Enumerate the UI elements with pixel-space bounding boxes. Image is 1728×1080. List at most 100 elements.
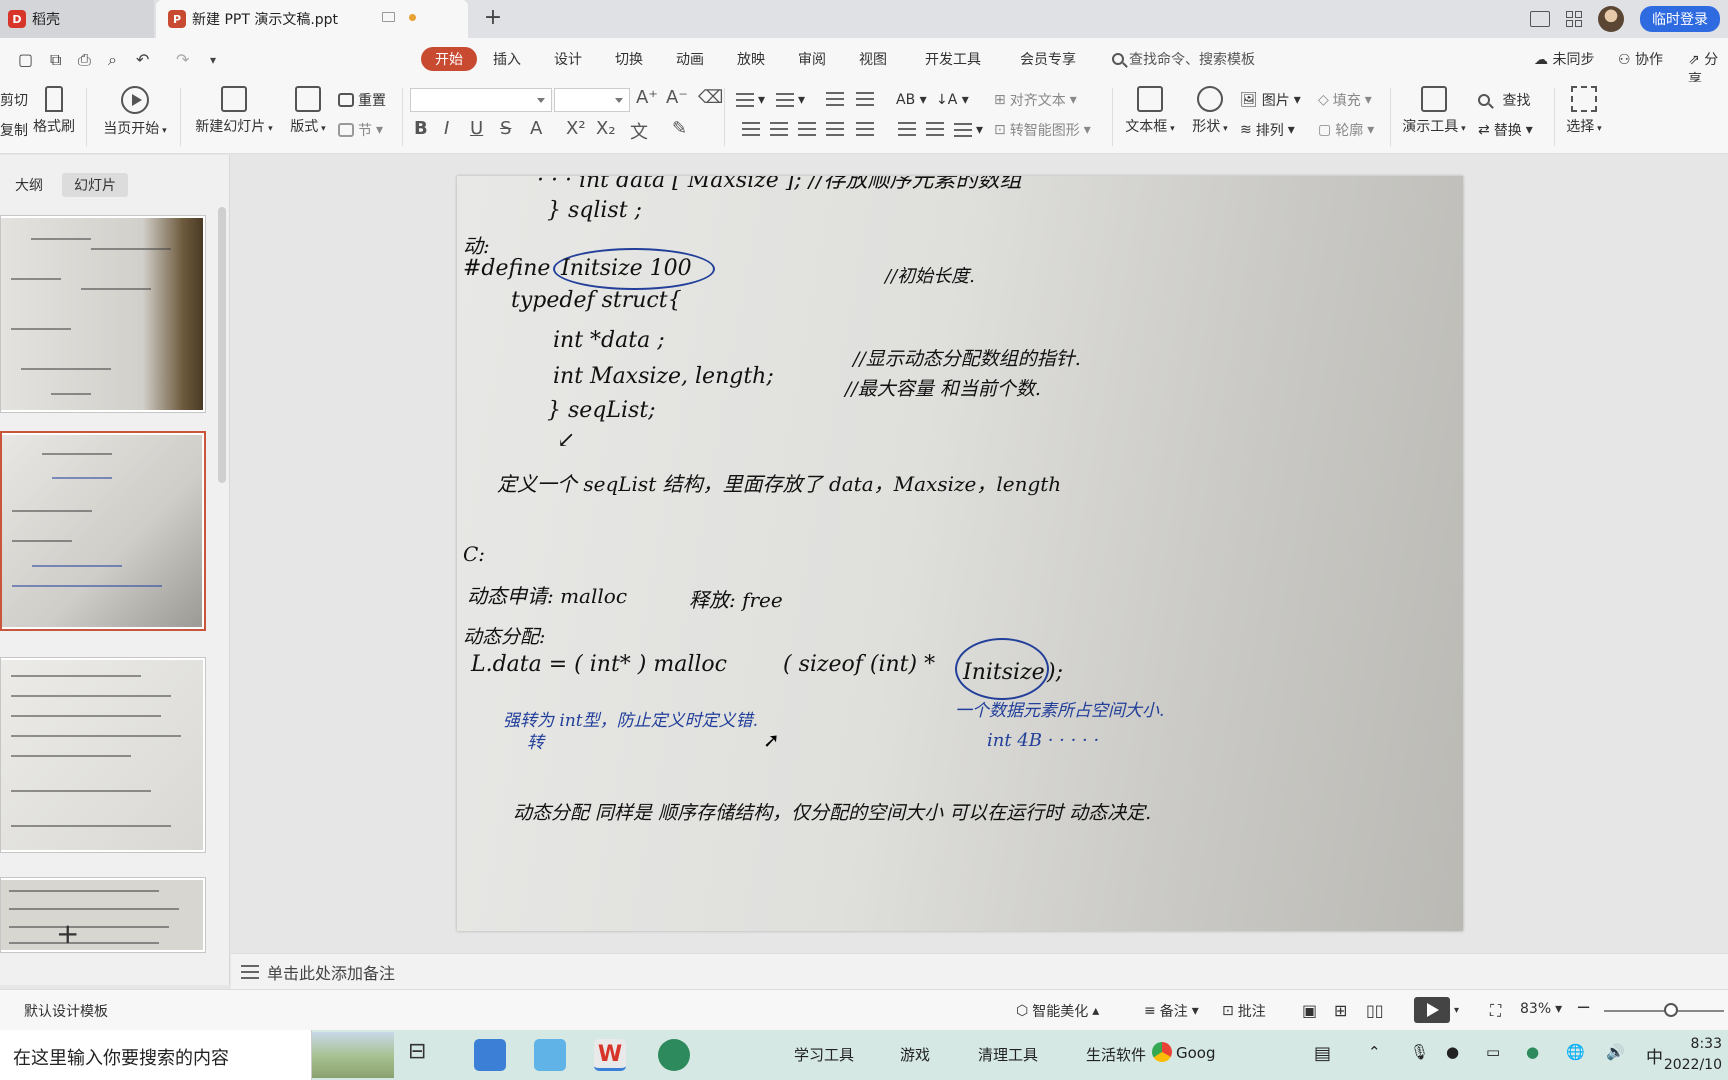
justify-icon[interactable]: [826, 122, 844, 136]
taskbar-group-life[interactable]: 生活软件: [1086, 1044, 1146, 1065]
phonetic-icon[interactable]: 文: [630, 118, 648, 144]
superscript-icon[interactable]: X²: [566, 118, 586, 139]
section-button[interactable]: 节 ▾: [338, 120, 383, 140]
notes-placeholder[interactable]: 单击此处添加备注: [267, 960, 395, 984]
sorter-view-icon[interactable]: ⊞: [1334, 1001, 1347, 1020]
wps-app-icon[interactable]: W: [594, 1039, 626, 1071]
current-slide[interactable]: · · · int data [ Maxsize ]; //存放顺序元素的数组 …: [457, 176, 1463, 931]
zoom-level[interactable]: 83% ▾: [1520, 1001, 1562, 1017]
indent-icon[interactable]: [856, 92, 874, 106]
fill-button[interactable]: ◇ 填充 ▾: [1318, 90, 1372, 110]
present-tools-button[interactable]: 演示工具 ▾: [1398, 86, 1470, 136]
menu-insert[interactable]: 插入: [493, 49, 521, 69]
print-preview-icon[interactable]: ⌕: [108, 50, 117, 70]
qq-tray-icon[interactable]: ●: [1446, 1043, 1459, 1061]
chrome-icon[interactable]: [1152, 1042, 1172, 1062]
new-tab-plus-icon[interactable]: +: [480, 6, 506, 32]
arrange-button[interactable]: ≋ 排列 ▾: [1240, 120, 1295, 140]
select-button[interactable]: 选择 ▾: [1562, 86, 1606, 136]
clear-format-icon[interactable]: ⌫: [698, 87, 723, 108]
taskbar-group-study[interactable]: 学习工具: [794, 1044, 854, 1065]
ime-indicator[interactable]: 中: [1646, 1043, 1663, 1068]
layout-button[interactable]: 版式 ▾: [286, 86, 330, 136]
customize-chevron-icon[interactable]: ▾: [210, 53, 216, 73]
distribute-icon[interactable]: [856, 122, 874, 136]
thumbnail-scrollbar[interactable]: [218, 207, 226, 483]
menu-member[interactable]: 会员专享: [1020, 49, 1076, 69]
italic-icon[interactable]: I: [444, 118, 449, 139]
zoom-slider-knob[interactable]: [1664, 1003, 1678, 1017]
menu-transition[interactable]: 切换: [615, 49, 643, 69]
bullet-list-icon[interactable]: ▾: [736, 92, 765, 108]
tab-slides[interactable]: 幻灯片: [62, 173, 128, 197]
sort-icon[interactable]: ↓A ▾: [936, 92, 969, 108]
reading-view-icon[interactable]: ▯▯: [1366, 1001, 1384, 1020]
play-from-current-button[interactable]: 当页开始 ▾: [98, 86, 172, 138]
comment-button[interactable]: ⊡ 批注: [1222, 1001, 1266, 1021]
print-icon[interactable]: ⎙: [78, 50, 91, 70]
cut-button[interactable]: 剪切: [0, 90, 28, 110]
normal-view-icon[interactable]: ▣: [1302, 1001, 1317, 1020]
font-size-select[interactable]: [554, 88, 630, 112]
tray-expand-icon[interactable]: ⌃: [1368, 1043, 1381, 1061]
font-color-icon[interactable]: A: [530, 118, 542, 139]
zoom-out-icon[interactable]: −: [1576, 997, 1591, 1018]
taskbar-group-games[interactable]: 游戏: [900, 1044, 930, 1065]
task-view-icon[interactable]: ⊟: [408, 1039, 440, 1071]
menu-animation[interactable]: 动画: [676, 49, 704, 69]
command-search[interactable]: 查找命令、搜索模板: [1112, 49, 1255, 69]
tab-document[interactable]: P 新建 PPT 演示文稿.ppt: [156, 0, 468, 38]
system-clock[interactable]: 8:33 2022/10: [1664, 1034, 1722, 1076]
menu-developer[interactable]: 开发工具: [925, 49, 981, 69]
shrink-font-icon[interactable]: A⁻: [666, 87, 688, 108]
text-direction-icon[interactable]: AB ▾: [896, 92, 927, 108]
menu-view[interactable]: 视图: [859, 49, 887, 69]
picture-button[interactable]: 🖼 图片 ▾: [1240, 90, 1301, 110]
media-app-icon[interactable]: [534, 1039, 566, 1071]
format-painter-button[interactable]: 格式刷: [30, 86, 78, 136]
network-icon[interactable]: 🌐: [1566, 1043, 1585, 1061]
collaborate-button[interactable]: ⚇ 协作: [1618, 49, 1663, 69]
slide-thumbnail-2[interactable]: [0, 431, 206, 631]
window-layout-icon[interactable]: [1530, 11, 1550, 27]
computer-app-icon[interactable]: [474, 1039, 506, 1071]
copy-button[interactable]: 复制: [0, 120, 28, 140]
slide-thumbnail-4[interactable]: [0, 877, 206, 953]
slideshow-chevron-icon[interactable]: ▾: [1454, 1005, 1459, 1016]
para-spacing-icon[interactable]: [926, 122, 944, 136]
menu-slideshow[interactable]: 放映: [737, 49, 765, 69]
menu-design[interactable]: 设计: [554, 49, 582, 69]
menu-start[interactable]: 开始: [421, 47, 477, 71]
tab-outline[interactable]: 大纲: [3, 173, 55, 197]
subscript-icon[interactable]: X₂: [596, 118, 616, 139]
volume-icon[interactable]: 🔊: [1606, 1043, 1625, 1061]
news-widget-icon[interactable]: ▤: [1314, 1043, 1331, 1064]
align-right-icon[interactable]: [798, 122, 816, 136]
highlight-icon[interactable]: ✎: [672, 118, 687, 139]
bold-icon[interactable]: B: [414, 118, 428, 139]
outdent-icon[interactable]: [826, 92, 844, 106]
outline-button[interactable]: ▢ 轮廓 ▾: [1318, 120, 1374, 140]
font-family-select[interactable]: [410, 88, 552, 112]
textbox-button[interactable]: 文本框 ▾: [1120, 86, 1180, 136]
battery-icon[interactable]: ▭: [1486, 1043, 1500, 1061]
avatar[interactable]: [1598, 6, 1624, 32]
taskbar-search-box[interactable]: 在这里输入你要搜索的内容: [0, 1030, 312, 1080]
align-left-icon[interactable]: [742, 122, 760, 136]
notes-toggle-button[interactable]: ≡ 备注 ▾: [1144, 1001, 1199, 1021]
columns-icon[interactable]: ▾: [954, 122, 983, 138]
grow-font-icon[interactable]: A⁺: [636, 87, 658, 108]
line-spacing-icon[interactable]: [898, 122, 916, 136]
strikethrough-icon[interactable]: S: [500, 118, 511, 139]
temp-login-button[interactable]: 临时登录: [1640, 6, 1720, 32]
smart-beautify-button[interactable]: ⬡ 智能美化 ▴: [1016, 1001, 1099, 1021]
align-text-button[interactable]: ⊞ 对齐文本 ▾: [994, 90, 1077, 110]
export-icon[interactable]: ⧉: [50, 50, 61, 70]
chrome-label[interactable]: Goog: [1176, 1044, 1216, 1062]
save-icon[interactable]: ▢: [18, 50, 33, 70]
replace-button[interactable]: ⇄ 替换 ▾: [1478, 120, 1533, 140]
numbered-list-icon[interactable]: ▾: [776, 92, 805, 108]
fit-window-icon[interactable]: ⛶: [1490, 1001, 1501, 1021]
sync-status[interactable]: ☁ 未同步: [1534, 49, 1594, 69]
chat-app-icon[interactable]: [658, 1039, 690, 1071]
